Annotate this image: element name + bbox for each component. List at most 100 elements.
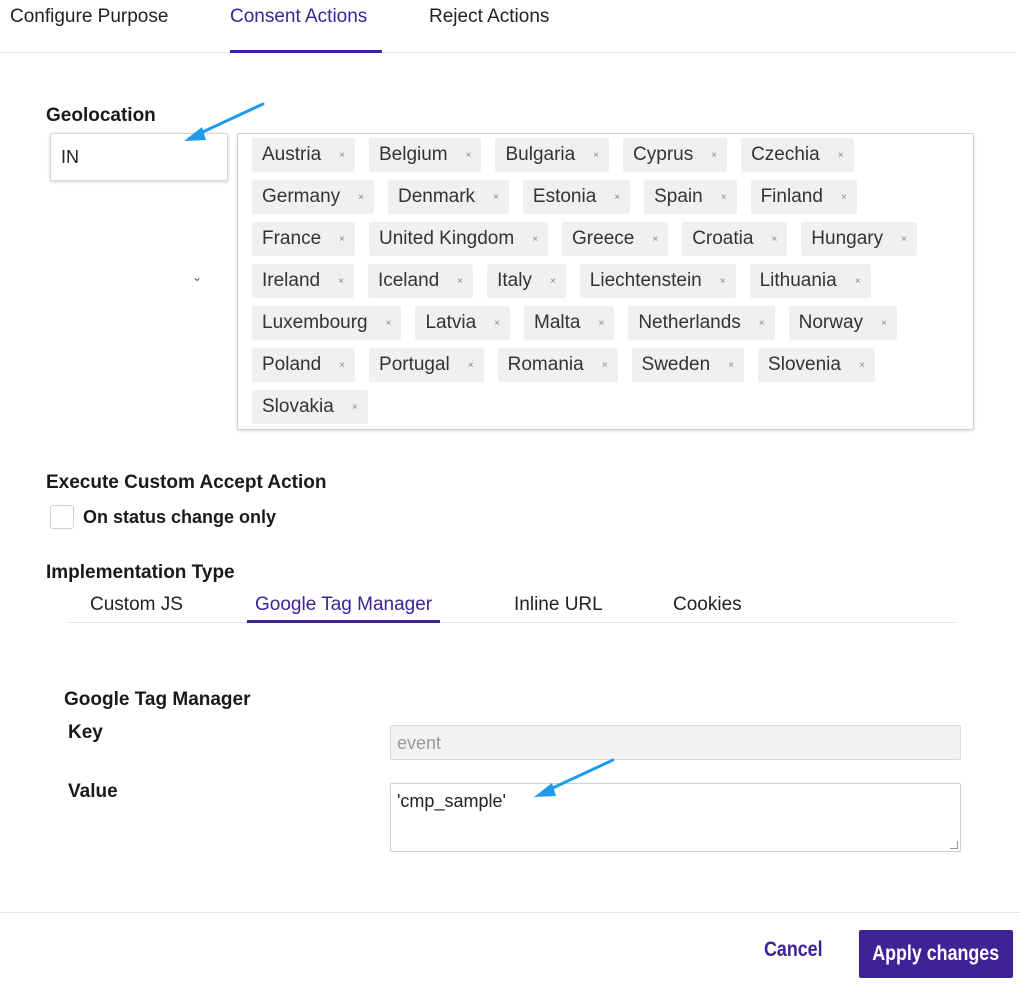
country-chip: Romania ×: [497, 348, 618, 382]
country-chip-label: Latvia: [425, 312, 477, 333]
country-chip: Cyprus ×: [623, 138, 728, 172]
country-chip-label: Spain: [654, 186, 703, 207]
remove-chip-icon[interactable]: ×: [720, 276, 726, 287]
country-chip-label: Austria: [262, 144, 322, 165]
country-chip: Czechia ×: [741, 138, 854, 172]
geolocation-title: Geolocation: [46, 105, 156, 126]
value-text: 'cmp_sample': [397, 791, 506, 811]
status-change-checkbox[interactable]: [50, 505, 74, 529]
tab-reject-actions[interactable]: Reject Actions: [429, 6, 549, 53]
country-row: Ireland × Iceland × Italy × Liechtenstein × Lith…: [252, 264, 973, 306]
tab-google-tag-manager[interactable]: Google Tag Manager: [247, 594, 441, 623]
remove-chip-icon[interactable]: ×: [339, 234, 345, 245]
remove-chip-icon[interactable]: ×: [602, 360, 608, 371]
country-chip-label: Italy: [497, 270, 532, 291]
value-label: Value: [68, 781, 118, 802]
tab-inline-url[interactable]: Inline URL: [514, 594, 603, 623]
country-chip: Estonia ×: [522, 180, 631, 214]
tab-cookies[interactable]: Cookies: [673, 594, 742, 623]
remove-chip-icon[interactable]: ×: [855, 276, 861, 287]
remove-chip-icon[interactable]: ×: [759, 318, 765, 329]
remove-chip-icon[interactable]: ×: [614, 192, 620, 203]
status-change-label: On status change only: [83, 507, 277, 527]
tab-custom-js[interactable]: Custom JS: [90, 594, 183, 623]
remove-chip-icon[interactable]: ×: [771, 234, 777, 245]
country-chip: Croatia ×: [682, 222, 788, 256]
remove-chip-icon[interactable]: ×: [358, 192, 364, 203]
country-chip-label: Czechia: [751, 144, 820, 165]
implementation-type-title: Implementation Type: [46, 562, 235, 583]
country-chip-label: Netherlands: [638, 312, 741, 333]
remove-chip-icon[interactable]: ×: [728, 360, 734, 371]
remove-chip-icon[interactable]: ×: [721, 192, 727, 203]
remove-chip-icon[interactable]: ×: [532, 234, 538, 245]
country-chip: Portugal ×: [369, 348, 484, 382]
remove-chip-icon[interactable]: ×: [352, 402, 358, 413]
country-chip-label: Sweden: [641, 354, 711, 375]
apply-changes-button[interactable]: Apply changes: [859, 930, 1013, 978]
tab-configure-purpose[interactable]: Configure Purpose: [10, 6, 168, 53]
remove-chip-icon[interactable]: ×: [841, 192, 847, 203]
chevron-down-icon[interactable]: ⌄: [192, 270, 202, 284]
remove-chip-icon[interactable]: ×: [494, 318, 500, 329]
country-row: Germany × Denmark × Estonia × Spain × Finland ×: [252, 180, 973, 222]
country-chip-label: Belgium: [378, 144, 448, 165]
country-chip: Hungary ×: [801, 222, 917, 256]
remove-chip-icon[interactable]: ×: [466, 150, 472, 161]
country-chip: Slovakia ×: [252, 390, 368, 424]
resize-handle-icon[interactable]: [950, 841, 958, 849]
country-chip: Lithuania ×: [749, 264, 871, 298]
remove-chip-icon[interactable]: ×: [468, 360, 474, 371]
country-chip-label: France: [262, 228, 322, 249]
country-chip: United Kingdom ×: [368, 222, 549, 256]
country-row: France × United Kingdom × Greece × Croatia × Hun…: [252, 222, 973, 264]
cancel-button[interactable]: Cancel: [764, 938, 823, 962]
country-chip-label: United Kingdom: [378, 228, 515, 249]
remove-chip-icon[interactable]: ×: [711, 150, 717, 161]
remove-chip-icon[interactable]: ×: [881, 318, 887, 329]
country-chip: France ×: [252, 222, 355, 256]
key-label: Key: [68, 722, 103, 743]
remove-chip-icon[interactable]: ×: [386, 318, 392, 329]
country-chip-label: Malta: [534, 312, 581, 333]
country-chip: Norway ×: [788, 306, 897, 340]
country-chip-label: Cyprus: [633, 144, 694, 165]
gtm-section-title: Google Tag Manager: [64, 689, 251, 710]
country-chip: Slovenia ×: [758, 348, 875, 382]
footer-bar: Cancel Apply changes: [0, 912, 1020, 984]
country-multiselect[interactable]: Austria × Belgium × Bulgaria × Cyprus × Czechia ×…: [237, 133, 974, 430]
country-chip-label: Poland: [262, 354, 322, 375]
annotation-arrow-icon: [534, 758, 615, 797]
remove-chip-icon[interactable]: ×: [859, 360, 865, 371]
remove-chip-icon[interactable]: ×: [457, 276, 463, 287]
value-textarea[interactable]: 'cmp_sample': [390, 783, 961, 852]
apply-changes-label: Apply changes: [872, 942, 1000, 965]
country-chip-label: Portugal: [379, 354, 450, 375]
remove-chip-icon[interactable]: ×: [652, 234, 658, 245]
remove-chip-icon[interactable]: ×: [339, 360, 345, 371]
country-chip-label: Slovakia: [262, 396, 334, 417]
remove-chip-icon[interactable]: ×: [838, 150, 844, 161]
country-chip-label: Hungary: [811, 228, 884, 249]
country-chip-label: Denmark: [397, 186, 476, 207]
country-chip: Latvia ×: [415, 306, 511, 340]
country-chip: Liechtenstein ×: [579, 264, 736, 298]
remove-chip-icon[interactable]: ×: [550, 276, 556, 287]
remove-chip-icon[interactable]: ×: [338, 276, 344, 287]
country-chip-label: Greece: [572, 228, 635, 249]
annotation-arrow-icon: [184, 102, 265, 141]
country-chip: Italy ×: [487, 264, 566, 298]
country-row: Luxembourg × Latvia × Malta × Netherlands × Norw…: [252, 306, 973, 348]
country-chip: Greece ×: [562, 222, 669, 256]
remove-chip-icon[interactable]: ×: [493, 192, 499, 203]
remove-chip-icon[interactable]: ×: [598, 318, 604, 329]
remove-chip-icon[interactable]: ×: [901, 234, 907, 245]
country-chip: Netherlands ×: [628, 306, 775, 340]
country-chip-label: Finland: [760, 186, 823, 207]
tab-consent-actions[interactable]: Consent Actions: [230, 6, 382, 53]
country-row: Poland × Portugal × Romania × Sweden × Slovenia ×: [252, 348, 973, 390]
remove-chip-icon[interactable]: ×: [339, 150, 345, 161]
country-chip: Luxembourg ×: [252, 306, 402, 340]
remove-chip-icon[interactable]: ×: [593, 150, 599, 161]
country-chip: Belgium ×: [368, 138, 482, 172]
